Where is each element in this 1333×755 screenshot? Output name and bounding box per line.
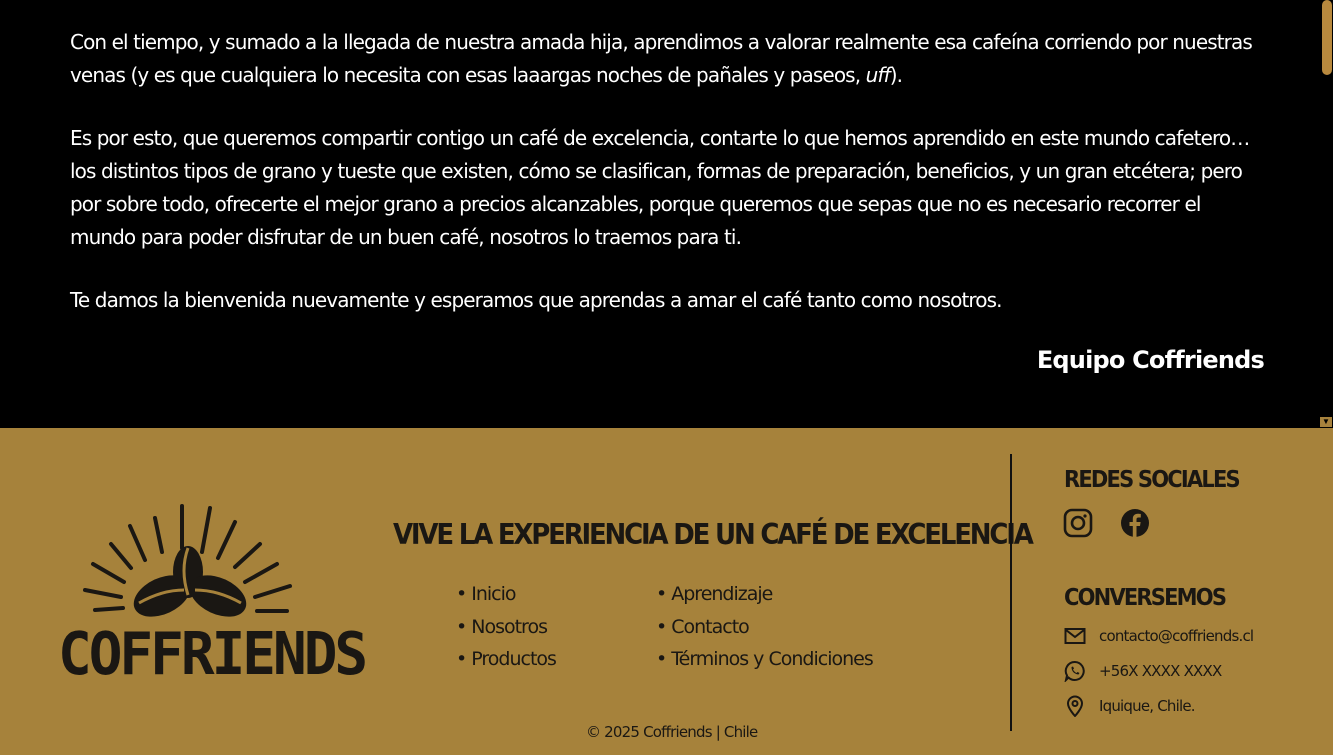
paragraph-text-end: ).: [889, 63, 903, 87]
contact-location-text: Iquique, Chile.: [1099, 697, 1196, 715]
emphasis-text: uff: [865, 63, 891, 87]
location-pin-icon: [1066, 695, 1084, 717]
brand-wordmark: COFFRIENDS: [58, 620, 368, 689]
footer-nav-primary: Inicio Nosotros Productos: [456, 578, 557, 676]
scroll-down-arrow-icon[interactable]: ▼: [1320, 417, 1332, 427]
contact-location: Iquique, Chile.: [1064, 694, 1196, 718]
main-content: Con el tiempo, y sumado a la llegada de …: [0, 0, 1333, 428]
contact-email[interactable]: contacto@coffriends.cl: [1064, 624, 1254, 648]
instagram-icon[interactable]: [1063, 508, 1093, 538]
footer-link-nosotros[interactable]: Nosotros: [456, 611, 556, 644]
signature: Equipo Coffriends: [1036, 346, 1265, 374]
site-footer: COFFRIENDS VIVE LA EXPERIENCIA DE UN CAF…: [0, 428, 1333, 755]
footer-link-terminos[interactable]: Términos y Condiciones: [656, 643, 873, 676]
scrollbar-thumb[interactable]: [1322, 0, 1332, 75]
footer-link-inicio[interactable]: Inicio: [456, 578, 556, 611]
footer-link-aprendizaje[interactable]: Aprendizaje: [656, 578, 873, 611]
mail-icon: [1064, 628, 1086, 644]
copyright-text: © 2025 Coffriends | Chile: [586, 723, 758, 741]
article-paragraph: Con el tiempo, y sumado a la llegada de …: [70, 26, 1265, 92]
footer-link-productos[interactable]: Productos: [456, 643, 557, 676]
facebook-icon[interactable]: [1120, 508, 1150, 538]
contact-phone-text: +56X XXXX XXXX: [1099, 662, 1222, 680]
article-paragraph: Es por esto, que queremos compartir cont…: [70, 126, 1250, 249]
paragraph-text: Con el tiempo, y sumado a la llegada de …: [70, 30, 1253, 87]
footer-divider: [1010, 454, 1012, 731]
contact-phone[interactable]: +56X XXXX XXXX: [1064, 659, 1222, 683]
footer-link-contacto[interactable]: Contacto: [656, 611, 873, 644]
contact-heading: CONVERSEMOS: [1064, 584, 1227, 611]
social-heading: REDES SOCIALES: [1064, 466, 1241, 493]
footer-nav-secondary: Aprendizaje Contacto Términos y Condicio…: [656, 578, 873, 676]
contact-email-text: contacto@coffriends.cl: [1099, 627, 1254, 645]
whatsapp-icon: [1064, 660, 1085, 682]
article-paragraph: Te damos la bienvenida nuevamente y espe…: [70, 288, 1002, 312]
footer-tagline: VIVE LA EXPERIENCIA DE UN CAFÉ DE EXCELE…: [393, 518, 1034, 552]
article-body: Con el tiempo, y sumado a la llegada de …: [70, 26, 1265, 347]
